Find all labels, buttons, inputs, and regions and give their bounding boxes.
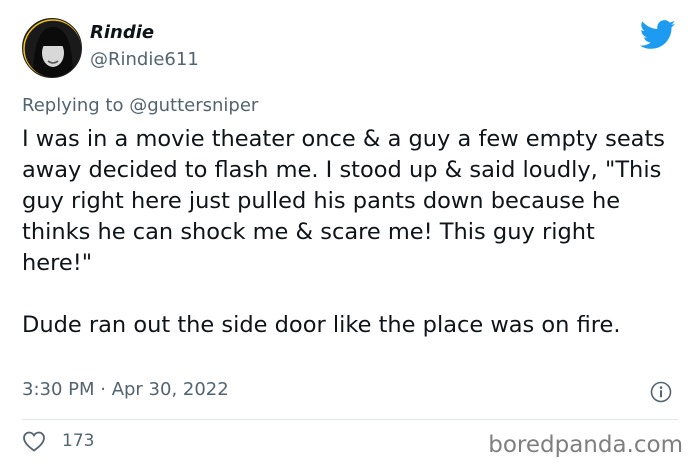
- tweet-paragraph: I was in a movie theater once & a guy a …: [22, 126, 666, 276]
- twitter-bird-icon[interactable]: [639, 20, 676, 54]
- info-icon[interactable]: [650, 381, 672, 407]
- watermark: boredpanda.com: [488, 432, 683, 458]
- tweet-body: I was in a movie theater once & a guy a …: [22, 124, 672, 341]
- tweet-paragraph: Dude ran out the side door like the plac…: [22, 312, 621, 338]
- tweet-timestamp[interactable]: 3:30 PM · Apr 30, 2022: [22, 379, 229, 400]
- like-button[interactable]: 173: [22, 430, 94, 452]
- reply-mention-link[interactable]: @guttersniper: [129, 95, 258, 116]
- like-count: 173: [62, 431, 95, 451]
- author-handle[interactable]: @Rindie611: [90, 49, 199, 70]
- avatar[interactable]: [22, 18, 82, 78]
- author-display-name[interactable]: Rindie: [90, 22, 154, 43]
- heart-icon: [22, 430, 46, 452]
- reply-context: Replying to @guttersniper: [22, 95, 258, 116]
- divider: [22, 419, 678, 420]
- reply-prefix: Replying to: [22, 95, 130, 116]
